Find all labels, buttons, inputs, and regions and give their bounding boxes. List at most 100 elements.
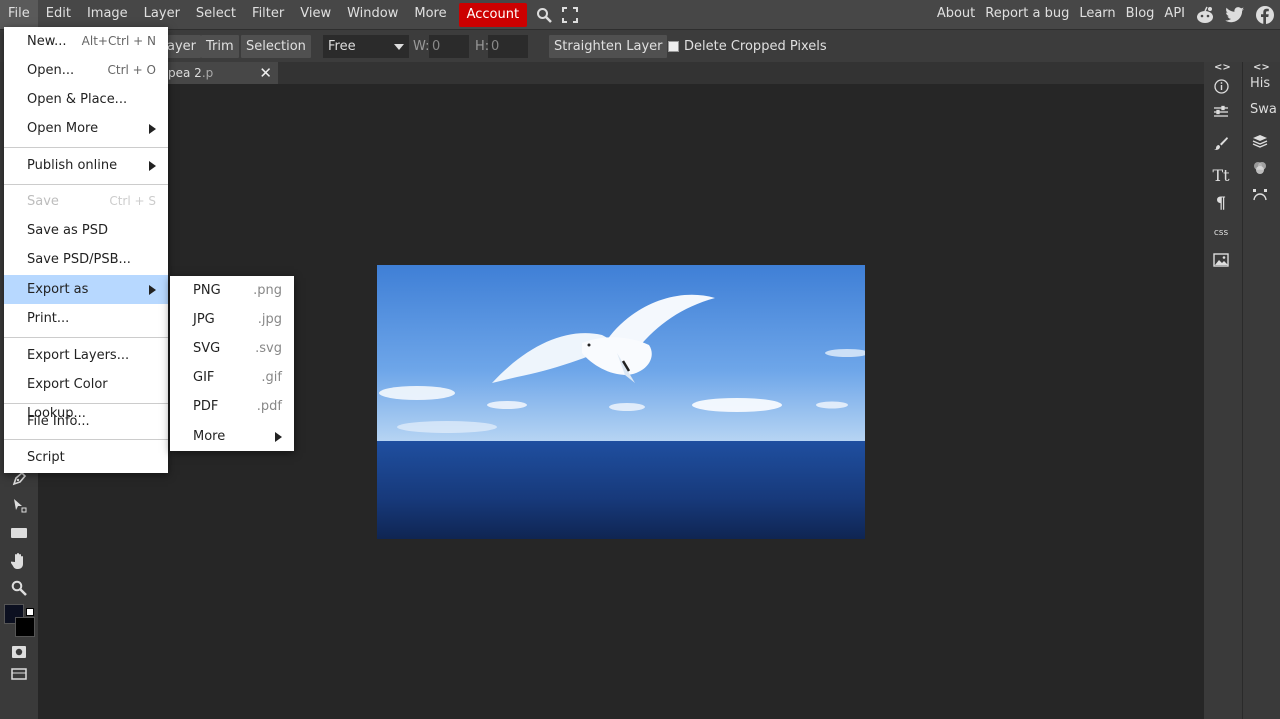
facebook-icon[interactable] (1250, 0, 1280, 29)
menu-item-save[interactable]: Save Ctrl + S (4, 187, 168, 216)
menu-item-publish-online[interactable]: Publish online (4, 151, 168, 180)
submenu-arrow-icon (149, 285, 156, 295)
collapse-arrows[interactable]: <> (1214, 62, 1231, 73)
export-pdf[interactable]: PDF .pdf (170, 392, 294, 421)
export-svg-ext: .svg (255, 341, 282, 356)
submenu-arrow-icon (149, 124, 156, 134)
menu-divider (4, 337, 168, 338)
menu-item-export-as[interactable]: Export as (4, 275, 168, 304)
menu-item-export-color-lookup[interactable]: Export Color Lookup... (4, 370, 168, 421)
height-field[interactable]: 0 (488, 35, 528, 58)
hand-tool-icon[interactable] (8, 551, 30, 571)
export-gif[interactable]: GIF .gif (170, 363, 294, 392)
document-tab-bar: pea 2.p ✕ (38, 62, 1204, 84)
delete-cropped-checkbox[interactable] (668, 41, 679, 52)
export-jpg-ext: .jpg (257, 312, 282, 327)
menu-item-open[interactable]: Open... Ctrl + O (4, 56, 168, 85)
fullscreen-icon[interactable] (557, 0, 583, 29)
menu-item-open-place[interactable]: Open & Place... (4, 85, 168, 114)
right-panel-column: <> His Swa (1242, 62, 1280, 719)
screen-mode-icon[interactable] (8, 664, 30, 684)
export-submenu: PNG .png JPG .jpg SVG .svg GIF .gif PDF .pdf … (170, 276, 294, 451)
menu-layer[interactable]: Layer (136, 0, 188, 29)
account-button[interactable]: Account (458, 2, 528, 27)
menu-divider (4, 184, 168, 185)
options-bar: ayer Trim Selection Free W: 0 H: 0 Strai… (0, 29, 1280, 62)
submenu-arrow-icon (149, 161, 156, 171)
learn-link[interactable]: Learn (1074, 0, 1120, 29)
quick-mask-icon[interactable] (8, 642, 30, 662)
menu-filter[interactable]: Filter (244, 0, 292, 29)
width-field[interactable]: 0 (429, 35, 469, 58)
export-pdf-ext: .pdf (256, 399, 282, 414)
twitter-icon[interactable] (1220, 0, 1250, 29)
search-icon[interactable] (531, 0, 557, 29)
straighten-layer-button[interactable]: Straighten Layer (549, 35, 668, 58)
background-color-swatch[interactable] (15, 617, 35, 637)
export-svg[interactable]: SVG .svg (170, 334, 294, 363)
menu-more[interactable]: More (406, 0, 454, 29)
seagull-photo (379, 294, 865, 433)
shortcut-open: Ctrl + O (107, 63, 156, 77)
layers-icon[interactable] (1249, 131, 1271, 151)
menu-item-save-psd-psb[interactable]: Save PSD/PSB... (4, 245, 168, 274)
about-link[interactable]: About (932, 0, 980, 29)
submenu-arrow-icon (275, 432, 282, 442)
menu-image[interactable]: Image (79, 0, 136, 29)
menu-window[interactable]: Window (339, 0, 406, 29)
width-label: W: (413, 39, 430, 54)
collapse-arrows-2[interactable]: <> (1253, 62, 1270, 73)
delete-cropped-label: Delete Cropped Pixels (684, 39, 827, 54)
rectangle-tool-icon[interactable] (8, 523, 30, 543)
default-colors-icon[interactable] (26, 608, 34, 616)
menu-item-export-layers[interactable]: Export Layers... (4, 341, 168, 370)
close-icon[interactable]: ✕ (259, 62, 272, 84)
export-png-ext: .png (253, 283, 282, 298)
selection-button[interactable]: Selection (241, 35, 311, 58)
menu-item-file-info[interactable]: File Info... (4, 407, 168, 436)
menu-divider (4, 147, 168, 148)
blog-link[interactable]: Blog (1121, 0, 1160, 29)
api-link[interactable]: API (1159, 0, 1190, 29)
aspect-ratio-value: Free (328, 39, 356, 54)
adjustments-icon[interactable] (1210, 102, 1232, 122)
menu-item-print[interactable]: Print... (4, 304, 168, 333)
chevron-down-icon (394, 44, 404, 50)
menu-item-new[interactable]: New... Alt+Ctrl + N (4, 27, 168, 56)
menu-divider (4, 439, 168, 440)
info-icon[interactable] (1210, 76, 1232, 96)
menu-edit[interactable]: Edit (38, 0, 79, 29)
paragraph-icon[interactable]: ¶ (1210, 192, 1232, 212)
menu-file[interactable]: File (0, 0, 38, 29)
image-icon[interactable] (1210, 250, 1232, 270)
paths-icon[interactable] (1249, 185, 1271, 205)
report-bug-link[interactable]: Report a bug (980, 0, 1074, 29)
export-more[interactable]: More (170, 422, 294, 451)
export-jpg[interactable]: JPG .jpg (170, 305, 294, 334)
swatches-panel-tab[interactable]: Swa (1250, 102, 1277, 117)
file-menu: New... Alt+Ctrl + N Open... Ctrl + O Open … (4, 27, 168, 473)
channels-icon[interactable] (1249, 158, 1271, 178)
trim-button[interactable]: Trim (201, 35, 239, 58)
menu-item-save-as-psd[interactable]: Save as PSD (4, 216, 168, 245)
export-gif-ext: .gif (261, 370, 282, 385)
export-png[interactable]: PNG .png (170, 276, 294, 305)
css-icon[interactable]: css (1210, 223, 1232, 243)
path-select-tool-icon[interactable] (8, 495, 30, 515)
document-canvas[interactable] (377, 265, 865, 539)
reddit-icon[interactable] (1190, 0, 1220, 29)
menu-select[interactable]: Select (188, 0, 244, 29)
right-icon-column: <> Tt ¶ css (1204, 62, 1242, 719)
menu-item-script[interactable]: Script (4, 443, 168, 472)
menu-view[interactable]: View (292, 0, 339, 29)
menu-item-open-more[interactable]: Open More (4, 114, 168, 143)
document-tab[interactable]: pea 2.p ✕ (168, 62, 278, 84)
menu-bar: File Edit Image Layer Select Filter View… (0, 0, 1280, 29)
history-panel-tab[interactable]: His (1250, 76, 1270, 91)
aspect-ratio-select[interactable]: Free (323, 35, 409, 58)
shortcut-new: Alt+Ctrl + N (81, 34, 156, 48)
zoom-tool-icon[interactable] (8, 578, 30, 598)
brush-icon[interactable] (1210, 133, 1232, 153)
character-icon[interactable]: Tt (1210, 165, 1232, 185)
document-tab-ext: .p (201, 66, 214, 80)
